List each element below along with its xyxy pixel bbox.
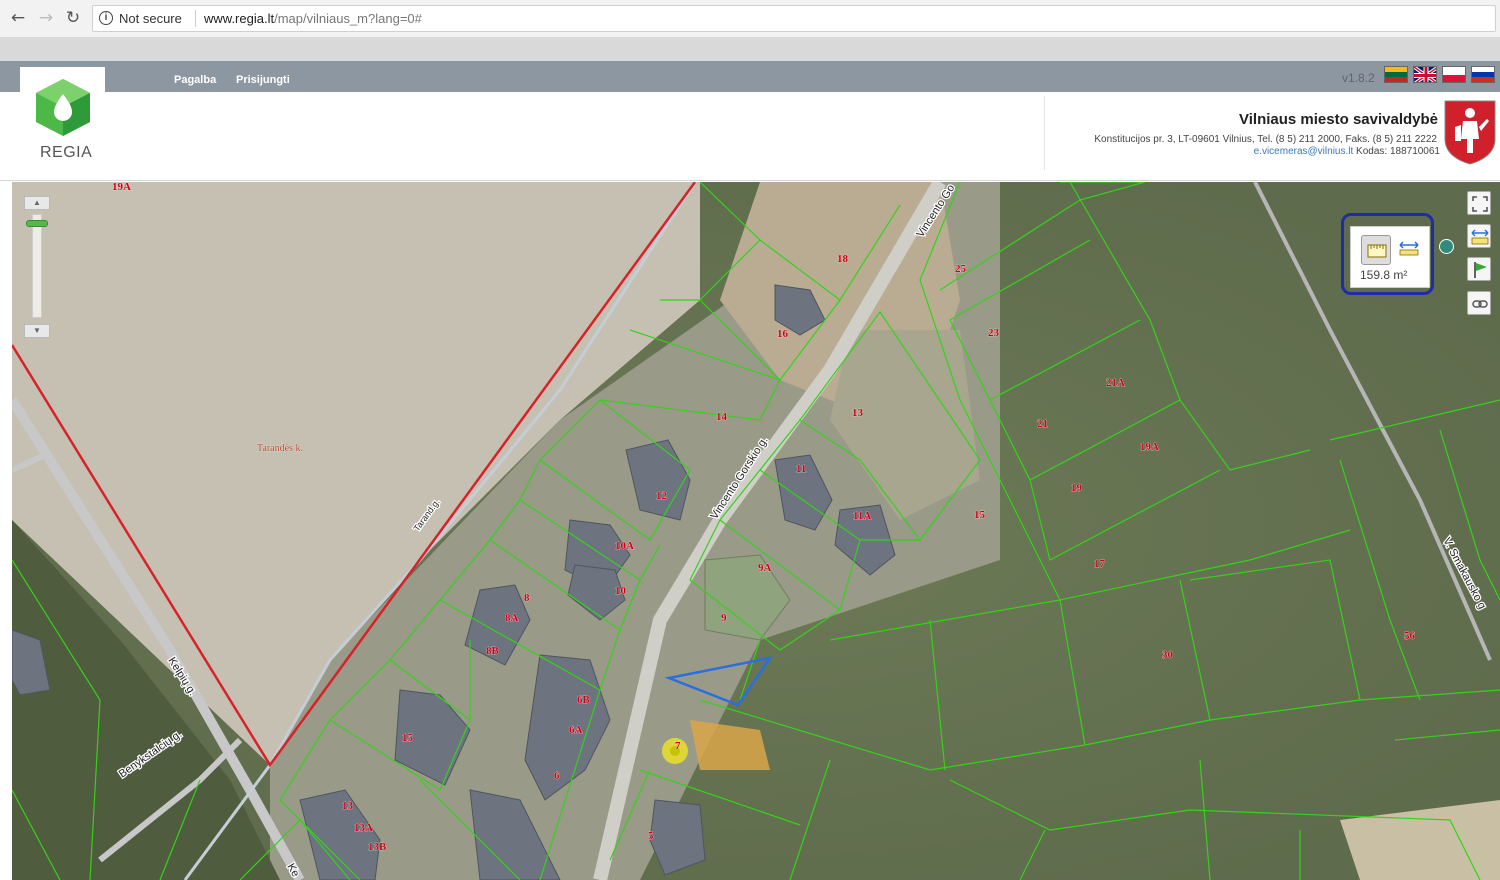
url-host: www.regia.lt xyxy=(204,11,275,26)
municipality-email-link[interactable]: e.vicemeras@vilnius.lt xyxy=(1254,146,1354,157)
url-text[interactable]: www.regia.lt/map/vilniaus_m?lang=0# xyxy=(204,11,422,26)
menu-help-link[interactable]: Pagalba xyxy=(174,74,216,86)
fullscreen-button[interactable] xyxy=(1467,191,1491,215)
plot-label: 23 xyxy=(988,327,1000,339)
plot-label: 9 xyxy=(721,612,727,624)
plot-label: 6B xyxy=(577,694,591,706)
municipality-address: Konstitucijos pr. 3, LT-09601 Vilnius, T… xyxy=(1094,134,1437,145)
map-svg[interactable]: 19A 18 16 14 13 12 11 11A 10A 10 9A 9 8 … xyxy=(12,182,1500,880)
url-path: /map/vilniaus_m?lang=0# xyxy=(274,11,422,26)
plot-label: 21A xyxy=(1106,377,1125,389)
logo-text: REGIA xyxy=(40,144,93,161)
plot-label: 18 xyxy=(837,253,849,265)
plot-label: 8A xyxy=(505,612,519,624)
address-bar[interactable]: i Not secure www.regia.lt/map/vilniaus_m… xyxy=(92,5,1496,32)
measure-highlight-outline xyxy=(1341,213,1434,295)
back-arrow-icon[interactable]: ← xyxy=(8,8,28,28)
fullscreen-icon xyxy=(1472,196,1488,212)
header-divider xyxy=(1044,96,1045,170)
plot-label: 16 xyxy=(777,328,789,340)
plot-label: 56 xyxy=(1404,630,1416,642)
plot-label: 13A xyxy=(354,822,373,834)
polish-flag-icon[interactable] xyxy=(1442,66,1466,83)
plot-label: 19 xyxy=(1071,482,1083,494)
plot-label: 5 xyxy=(648,830,654,842)
plot-label: 14 xyxy=(716,411,728,423)
menu-login-link[interactable]: Prisijungti xyxy=(236,74,290,86)
link-icon xyxy=(1472,300,1488,308)
zoom-out-button[interactable]: ▼ xyxy=(24,324,50,338)
lithuanian-flag-icon[interactable] xyxy=(1384,66,1408,83)
plot-label: 10A xyxy=(615,540,634,552)
plot-label: 19A xyxy=(112,182,131,193)
plot-label: 6 xyxy=(554,770,560,782)
municipality-contact: e.vicemeras@vilnius.lt Kodas: 188710061 xyxy=(1254,146,1440,157)
not-secure-label: Not secure xyxy=(119,11,182,26)
flag-tool-button[interactable] xyxy=(1467,257,1491,281)
english-flag-icon[interactable] xyxy=(1413,66,1437,83)
zoom-thumb[interactable] xyxy=(26,220,48,227)
plot-label: 8 xyxy=(524,592,530,604)
russian-flag-icon[interactable] xyxy=(1471,66,1495,83)
plot-label: 17 xyxy=(1094,558,1106,570)
regia-logo-icon xyxy=(36,79,90,136)
vilnius-coat-of-arms-icon xyxy=(1444,100,1496,165)
browser-toolbar: ← → ↻ i Not secure www.regia.lt/map/viln… xyxy=(0,0,1500,37)
plot-label: 25 xyxy=(955,263,967,275)
measure-tool-button[interactable] xyxy=(1467,224,1491,248)
link-button[interactable] xyxy=(1467,291,1491,315)
map-canvas[interactable]: 19A 18 16 14 13 12 11 11A 10A 10 9A 9 8 … xyxy=(12,182,1500,880)
plot-label: 21 xyxy=(1037,418,1048,430)
zoom-track[interactable] xyxy=(32,214,42,318)
plot-label: 13 xyxy=(342,800,354,812)
plot-label: 9A xyxy=(758,562,772,574)
area-name-label: Tarandės k. xyxy=(257,443,303,454)
forward-arrow-icon[interactable]: → xyxy=(36,8,56,28)
bookmark-bar xyxy=(0,37,1500,61)
zoom-slider[interactable]: ▲ ▼ xyxy=(24,196,50,340)
ruler-icon xyxy=(1471,229,1489,245)
plot-label: 6A xyxy=(569,724,583,736)
reload-icon[interactable]: ↻ xyxy=(63,8,83,28)
plot-label: 11 xyxy=(796,463,806,475)
plot-label: 12 xyxy=(656,490,668,502)
plot-label: 13B xyxy=(368,841,387,853)
plot-label: 8B xyxy=(486,645,500,657)
plot-label: 7 xyxy=(675,740,681,752)
plot-label: 19A xyxy=(1140,441,1159,453)
plot-label: 11A xyxy=(853,510,871,522)
plot-label: 30 xyxy=(1162,649,1174,661)
municipality-name: Vilniaus miesto savivaldybė xyxy=(1239,111,1438,128)
app-version: v1.8.2 xyxy=(1342,71,1375,85)
url-divider xyxy=(195,10,196,27)
zoom-in-button[interactable]: ▲ xyxy=(24,196,50,210)
plot-label: 15 xyxy=(974,509,986,521)
flag-icon xyxy=(1474,262,1487,278)
app-menu-bar: Pagalba Prisijungti v1.8.2 xyxy=(0,61,1500,92)
municipality-code: Kodas: 188710061 xyxy=(1356,146,1440,157)
plot-label: 13 xyxy=(852,407,864,419)
plot-label: 15 xyxy=(402,732,414,744)
plot-label: 10 xyxy=(615,585,627,597)
compass-icon[interactable] xyxy=(1439,239,1454,254)
info-icon[interactable]: i xyxy=(99,11,113,25)
